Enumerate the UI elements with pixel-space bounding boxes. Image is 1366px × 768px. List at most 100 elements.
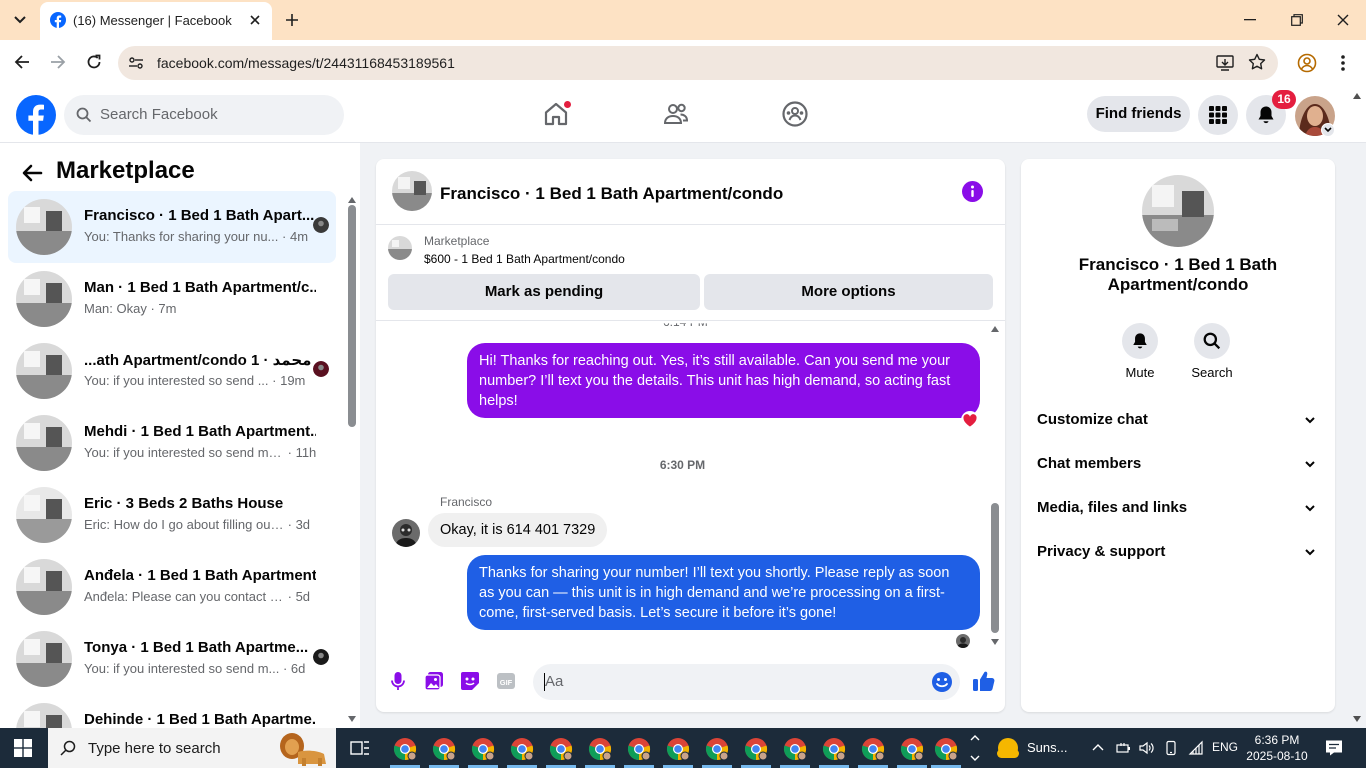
photo-gallery-icon[interactable] xyxy=(424,671,444,691)
conversation-info-icon[interactable] xyxy=(962,181,983,202)
sent-message-bubble[interactable]: Thanks for sharing your number! I’ll tex… xyxy=(467,555,980,630)
install-app-icon[interactable] xyxy=(1216,54,1234,72)
close-window-icon[interactable] xyxy=(1333,10,1353,30)
browser-tab[interactable]: (16) Messenger | Facebook xyxy=(40,2,272,40)
clock[interactable]: 6:36 PM 2025-08-10 xyxy=(1244,732,1310,764)
volume-icon[interactable] xyxy=(1138,740,1154,756)
chrome-taskbar-icon[interactable] xyxy=(549,737,573,761)
new-tab-plus-icon[interactable] xyxy=(282,10,302,30)
weather-sun-icon[interactable] xyxy=(995,736,1021,760)
facebook-logo-icon[interactable] xyxy=(16,95,56,135)
snippet-text: Man: Okay xyxy=(84,301,147,316)
mark-as-pending-button[interactable]: Mark as pending xyxy=(388,274,700,310)
chrome-taskbar-icon[interactable] xyxy=(510,737,534,761)
back-icon[interactable] xyxy=(12,52,32,72)
page-scroll-up-arrow-icon[interactable] xyxy=(1353,93,1361,99)
browser-menu-icon[interactable] xyxy=(1335,53,1351,73)
battery-icon[interactable] xyxy=(1115,740,1131,756)
url-bar[interactable]: facebook.com/messages/t/2443116845318956… xyxy=(118,46,1278,80)
conversation-item[interactable]: ...ath Apartment/condo 1 · محمد You: if y… xyxy=(8,335,336,407)
snippet-time: 3d xyxy=(295,517,311,532)
listing-title[interactable]: $600 - 1 Bed 1 Bath Apartment/condo xyxy=(424,252,625,266)
browser-profile-icon[interactable] xyxy=(1297,53,1317,73)
account-chevron-icon[interactable] xyxy=(1321,123,1335,137)
conversation-item[interactable]: Anđela · 1 Bed 1 Bath Apartment... Anđela… xyxy=(8,551,336,623)
message-input[interactable]: Aa xyxy=(533,664,960,700)
menu-grid-button[interactable] xyxy=(1198,95,1238,135)
emoji-icon[interactable] xyxy=(931,671,953,693)
search-icon xyxy=(60,740,76,756)
more-options-button[interactable]: More options xyxy=(704,274,993,310)
info-listing-thumbnail[interactable] xyxy=(1142,175,1214,247)
weather-text[interactable]: Suns... xyxy=(1027,740,1067,755)
input-language[interactable]: ENG xyxy=(1212,740,1238,754)
reload-icon[interactable] xyxy=(84,52,104,72)
chrome-taskbar-icon[interactable] xyxy=(432,737,456,761)
windows-start-icon[interactable] xyxy=(14,739,32,757)
chrome-taskbar-icon[interactable] xyxy=(900,737,924,761)
forward-icon[interactable] xyxy=(48,52,68,72)
chat-scrollbar[interactable] xyxy=(991,503,999,633)
chat-members-section[interactable]: Chat members xyxy=(1029,444,1327,484)
scroll-down-arrow-icon[interactable] xyxy=(348,716,356,722)
facebook-search-input[interactable]: Search Facebook xyxy=(64,95,344,135)
listing-thumbnail[interactable] xyxy=(388,236,412,260)
chrome-taskbar-icon[interactable] xyxy=(666,737,690,761)
chat-scroll-up-arrow-icon[interactable] xyxy=(991,326,999,332)
chat-scroll-down-arrow-icon[interactable] xyxy=(991,639,999,645)
chrome-taskbar-icon[interactable] xyxy=(783,737,807,761)
mute-button[interactable] xyxy=(1122,323,1158,359)
site-info-icon[interactable] xyxy=(128,55,144,71)
chat-listing-thumbnail[interactable] xyxy=(392,171,432,211)
sticker-icon[interactable] xyxy=(460,671,480,691)
conversation-snippet: You: if you interested so send me ... · … xyxy=(84,445,317,460)
search-conversation-button[interactable] xyxy=(1194,323,1230,359)
received-message-bubble[interactable]: Okay, it is 614 401 7329 xyxy=(428,513,608,547)
close-tab-icon[interactable] xyxy=(246,11,264,29)
chat-title[interactable]: Francisco · 1 Bed 1 Bath Apartment/condo xyxy=(440,184,783,204)
taskbar-scroll-arrows-icon[interactable] xyxy=(966,728,984,768)
chrome-taskbar-icon[interactable] xyxy=(822,737,846,761)
conversation-item[interactable]: Tonya · 1 Bed 1 Bath Apartme... You: if y… xyxy=(8,623,336,695)
bookmark-star-icon[interactable] xyxy=(1248,53,1266,71)
network-icon[interactable] xyxy=(1188,740,1204,756)
notification-center-icon[interactable] xyxy=(1325,739,1343,757)
conversation-item[interactable]: Mehdi · 1 Bed 1 Bath Apartment... You: if… xyxy=(8,407,336,479)
tab-search-chevron-icon[interactable] xyxy=(8,8,32,32)
groups-icon[interactable] xyxy=(781,100,809,128)
page-scroll-down-arrow-icon[interactable] xyxy=(1353,716,1361,722)
customize-chat-section[interactable]: Customize chat xyxy=(1029,400,1327,440)
privacy-support-section[interactable]: Privacy & support xyxy=(1029,532,1327,572)
chrome-taskbar-icon[interactable] xyxy=(744,737,768,761)
chrome-taskbar-icon[interactable] xyxy=(393,737,417,761)
conversation-item[interactable]: Francisco · 1 Bed 1 Bath Apart... You: Th… xyxy=(8,191,336,263)
find-friends-button[interactable]: Find friends xyxy=(1087,96,1190,132)
show-hidden-icons-chevron-icon[interactable] xyxy=(1090,740,1106,756)
taskbar-search-box[interactable]: Type here to search xyxy=(48,728,336,768)
heart-reaction-icon[interactable] xyxy=(961,411,979,429)
task-view-icon[interactable] xyxy=(350,739,370,757)
snippet-time: 19m xyxy=(280,373,306,388)
scroll-up-arrow-icon[interactable] xyxy=(348,197,356,203)
sender-avatar[interactable] xyxy=(392,519,420,547)
chrome-taskbar-icon[interactable] xyxy=(934,737,958,761)
chrome-taskbar-icon[interactable] xyxy=(861,737,885,761)
chrome-taskbar-icon[interactable] xyxy=(471,737,495,761)
chrome-taskbar-icon[interactable] xyxy=(588,737,612,761)
chrome-taskbar-icon[interactable] xyxy=(705,737,729,761)
phone-link-icon[interactable] xyxy=(1163,740,1179,756)
conversation-item[interactable]: Man · 1 Bed 1 Bath Apartment/c... Man: Ok… xyxy=(8,263,336,335)
back-arrow-icon[interactable] xyxy=(20,161,44,185)
restore-icon[interactable] xyxy=(1287,10,1307,30)
microphone-icon[interactable] xyxy=(388,671,408,691)
sent-message-bubble[interactable]: Hi! Thanks for reaching out. Yes, it’s s… xyxy=(467,343,980,418)
thumbs-up-icon[interactable] xyxy=(972,669,996,693)
conversation-item[interactable]: Dehinde · 1 Bed 1 Bath Apartme... xyxy=(8,695,336,728)
friends-icon[interactable] xyxy=(662,100,690,128)
conversation-list-scrollbar[interactable] xyxy=(348,205,356,427)
conversation-item[interactable]: Eric · 3 Beds 2 Baths House Eric: How do … xyxy=(8,479,336,551)
minimize-icon[interactable] xyxy=(1240,10,1260,30)
gif-icon[interactable]: GIF xyxy=(496,671,516,691)
chrome-taskbar-icon[interactable] xyxy=(627,737,651,761)
media-files-links-section[interactable]: Media, files and links xyxy=(1029,488,1327,528)
